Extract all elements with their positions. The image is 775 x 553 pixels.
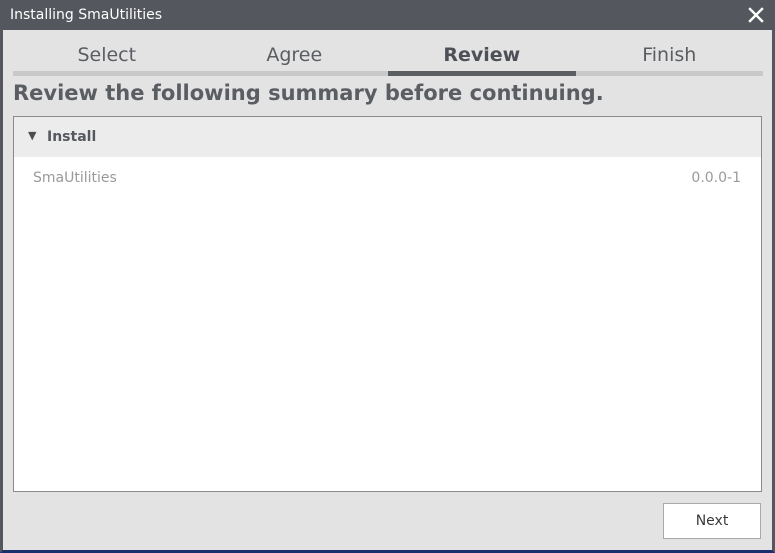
tab-review[interactable]: Review bbox=[388, 30, 576, 76]
tab-indicator bbox=[388, 71, 576, 76]
install-group-header[interactable]: ▼ Install bbox=[14, 117, 761, 157]
tab-indicator bbox=[575, 71, 763, 76]
tab-label: Finish bbox=[642, 44, 697, 66]
installer-window: Installing SmaUtilities Select Agree Rev… bbox=[0, 0, 775, 553]
item-name: SmaUtilities bbox=[33, 170, 117, 186]
page-heading: Review the following summary before cont… bbox=[13, 81, 604, 105]
triangle-down-icon: ▼ bbox=[28, 129, 37, 142]
tab-label: Agree bbox=[266, 44, 323, 66]
tab-agree[interactable]: Agree bbox=[200, 30, 388, 76]
item-version: 0.0.0-1 bbox=[691, 170, 741, 186]
title-bar[interactable]: Installing SmaUtilities bbox=[0, 0, 775, 30]
close-icon bbox=[748, 7, 764, 23]
window-title: Installing SmaUtilities bbox=[10, 7, 163, 23]
tab-label: Select bbox=[77, 44, 137, 66]
tab-indicator bbox=[13, 71, 201, 76]
close-button[interactable] bbox=[745, 4, 767, 26]
summary-panel: ▼ Install SmaUtilities 0.0.0-1 bbox=[13, 116, 762, 492]
group-label: Install bbox=[47, 129, 97, 145]
tab-select[interactable]: Select bbox=[13, 30, 201, 76]
tab-label: Review bbox=[443, 44, 521, 66]
wizard-steps: Select Agree Review Finish bbox=[13, 30, 763, 76]
next-button[interactable]: Next bbox=[663, 503, 761, 539]
tab-indicator bbox=[200, 71, 388, 76]
tab-finish[interactable]: Finish bbox=[575, 30, 763, 76]
list-item: SmaUtilities 0.0.0-1 bbox=[14, 157, 761, 197]
